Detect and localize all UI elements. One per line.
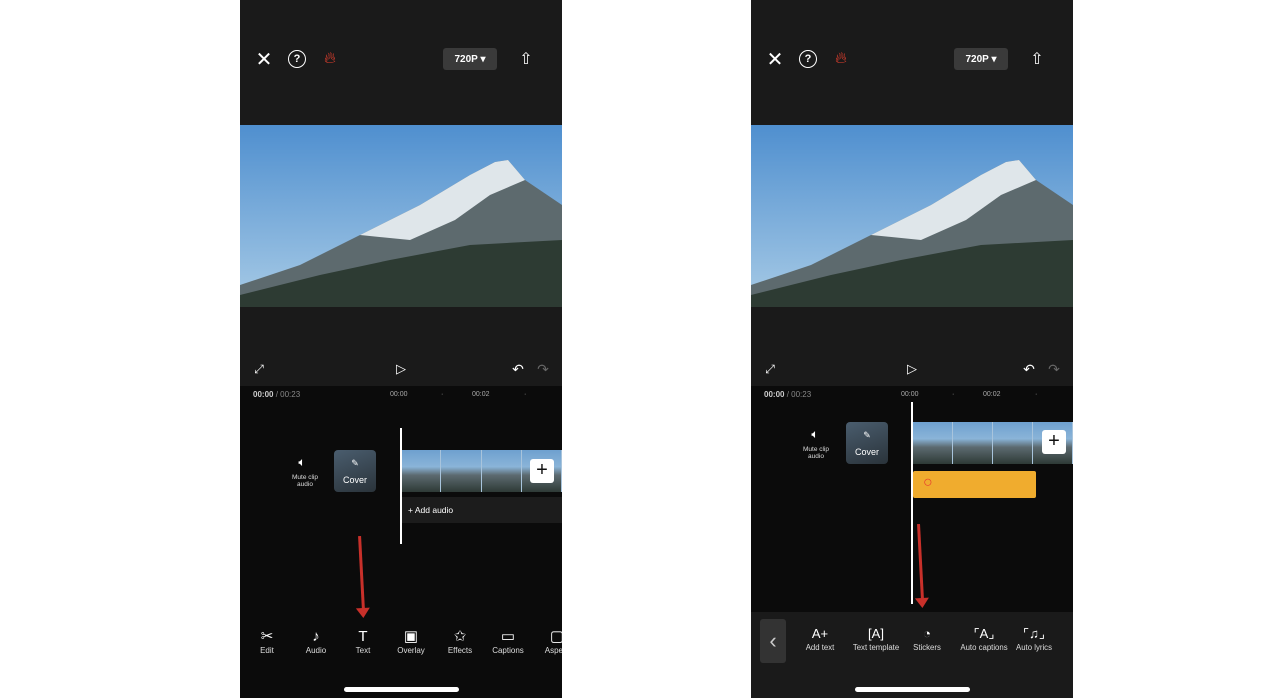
playback-controls: ⤢ ▷ ↶ ↷ bbox=[751, 307, 1073, 386]
flame-icon[interactable]: 🔥︎ bbox=[832, 49, 850, 69]
time-readout: 00:00 / 00:23 bbox=[253, 390, 301, 399]
fullscreen-icon[interactable]: ⤢ bbox=[252, 362, 266, 376]
undo-icon[interactable]: ↶ bbox=[510, 361, 526, 377]
redo-icon[interactable]: ↷ bbox=[1046, 361, 1062, 377]
toolbar-captions[interactable]: ▭ Captions bbox=[483, 628, 533, 655]
top-bar: ✕ ? 🔥︎ 720P ▾ ⇧ bbox=[751, 0, 1073, 125]
phone-screen-right: ✕ ? 🔥︎ 720P ▾ ⇧ ⤢ ▷ ↶ ↷ 00:00 / 00:23 00… bbox=[751, 0, 1073, 698]
home-indicator bbox=[855, 687, 970, 692]
toolbar-add-text[interactable]: A+ Add text bbox=[795, 625, 845, 652]
annotation-arrow bbox=[358, 535, 365, 611]
cover-button[interactable]: ✎ Cover bbox=[334, 450, 376, 492]
resolution-dropdown[interactable]: 720P ▾ bbox=[443, 48, 497, 70]
fullscreen-icon[interactable]: ⤢ bbox=[763, 362, 777, 376]
play-icon[interactable]: ▷ bbox=[393, 361, 409, 377]
close-icon[interactable]: ✕ bbox=[765, 49, 785, 71]
edit-pencil-icon: ✎ bbox=[863, 430, 871, 440]
help-icon[interactable]: ? bbox=[288, 50, 306, 68]
ruler-3: · bbox=[1035, 391, 1038, 398]
toolbar-effects[interactable]: ✩ Effects bbox=[435, 628, 485, 655]
time-readout: 00:00 / 00:23 bbox=[764, 390, 812, 399]
play-icon[interactable]: ▷ bbox=[904, 361, 920, 377]
mute-clip-audio-button[interactable]: Mute clip audio bbox=[796, 446, 836, 460]
ruler-1: · bbox=[952, 391, 955, 398]
cover-label: Cover bbox=[342, 475, 367, 485]
playhead[interactable] bbox=[911, 402, 913, 604]
aspect-icon: ▢ bbox=[549, 628, 562, 645]
add-clip-button[interactable]: + bbox=[1042, 430, 1066, 454]
ruler-2: 00:02 bbox=[472, 391, 490, 398]
toolbar-edit[interactable]: ✂ Edit bbox=[242, 628, 292, 655]
back-button[interactable]: ‹ bbox=[760, 619, 786, 663]
add-clip-button[interactable]: + bbox=[530, 459, 554, 483]
add-text-icon: A+ bbox=[811, 626, 829, 641]
ruler-2: 00:02 bbox=[983, 391, 1001, 398]
captions-icon: ▭ bbox=[500, 628, 516, 645]
upload-icon[interactable]: ⇧ bbox=[1028, 49, 1046, 69]
sticker-track-clip[interactable]: ○ bbox=[913, 471, 1036, 498]
home-indicator bbox=[344, 687, 459, 692]
effects-icon: ✩ bbox=[453, 628, 467, 645]
video-preview[interactable] bbox=[751, 125, 1073, 307]
auto-captions-icon: ⌜A⌟ bbox=[973, 626, 995, 641]
playback-controls: ⤢ ▷ ↶ ↷ bbox=[240, 307, 562, 386]
add-audio-button[interactable]: + Add audio bbox=[402, 497, 562, 523]
undo-icon[interactable]: ↶ bbox=[1021, 361, 1037, 377]
speaker-icon[interactable]: 🔈︎ bbox=[295, 455, 309, 469]
toolbar-auto-captions[interactable]: ⌜A⌟ Auto captions bbox=[955, 625, 1013, 652]
phone-screen-left: ✕ ? 🔥︎ 720P ▾ ⇧ ⤢ ▷ ↶ ↷ 00:00 / 00:23 00… bbox=[240, 0, 562, 698]
upload-icon[interactable]: ⇧ bbox=[517, 49, 535, 69]
ruler-1: · bbox=[441, 391, 444, 398]
text-template-icon: [A] bbox=[868, 626, 884, 641]
toolbar-audio[interactable]: ♪ Audio bbox=[291, 628, 341, 655]
top-bar: ✕ ? 🔥︎ 720P ▾ ⇧ bbox=[240, 0, 562, 125]
cover-button[interactable]: ✎ Cover bbox=[846, 422, 888, 464]
close-icon[interactable]: ✕ bbox=[254, 49, 274, 71]
text-icon: T bbox=[358, 628, 368, 645]
annotation-arrow bbox=[917, 523, 924, 601]
sticker-thumbnail-icon: ○ bbox=[923, 474, 933, 491]
ruler-3: · bbox=[524, 391, 527, 398]
ruler-0: 00:00 bbox=[901, 391, 919, 398]
playhead[interactable] bbox=[400, 428, 402, 544]
ruler-0: 00:00 bbox=[390, 391, 408, 398]
toolbar-text[interactable]: T Text bbox=[338, 628, 388, 655]
resolution-dropdown[interactable]: 720P ▾ bbox=[954, 48, 1008, 70]
help-icon[interactable]: ? bbox=[799, 50, 817, 68]
edit-pencil-icon: ✎ bbox=[351, 458, 359, 468]
toolbar-stickers[interactable]: ◔ Stickers bbox=[902, 625, 952, 652]
stickers-icon: ◔ bbox=[923, 626, 931, 641]
toolbar-auto-lyrics[interactable]: ⌜♫⌟ Auto lyrics bbox=[1010, 625, 1058, 652]
flame-icon[interactable]: 🔥︎ bbox=[321, 49, 339, 69]
toolbar-aspect[interactable]: ▢Aspect bbox=[532, 628, 562, 655]
mute-clip-audio-button[interactable]: Mute clip audio bbox=[285, 474, 325, 488]
overlay-icon: ▣ bbox=[403, 628, 419, 645]
toolbar-text-template[interactable]: [A] Text template bbox=[846, 625, 906, 652]
auto-lyrics-icon: ⌜♫⌟ bbox=[1023, 626, 1045, 641]
scissors-icon: ✂ bbox=[260, 628, 274, 645]
toolbar-overlay[interactable]: ▣ Overlay bbox=[386, 628, 436, 655]
speaker-icon[interactable]: 🔈︎ bbox=[808, 427, 822, 441]
redo-icon[interactable]: ↷ bbox=[535, 361, 551, 377]
cover-label: Cover bbox=[854, 447, 879, 457]
video-preview[interactable] bbox=[240, 125, 562, 307]
music-note-icon: ♪ bbox=[312, 628, 320, 645]
